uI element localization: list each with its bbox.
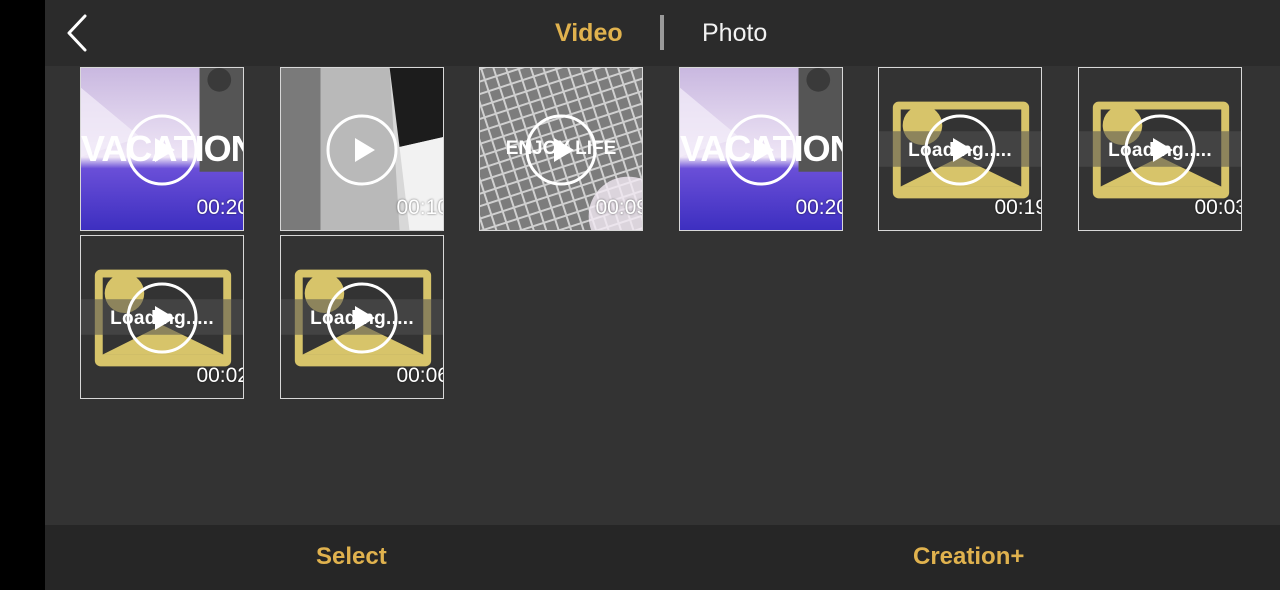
play-icon <box>326 114 398 186</box>
video-thumbnail[interactable]: VACATION 00:20 <box>80 67 244 231</box>
duration-label: 00:20 <box>196 196 244 219</box>
duration-label: 00:02 <box>196 364 244 387</box>
tab-divider <box>660 15 664 50</box>
chevron-left-icon <box>67 14 87 52</box>
play-icon <box>126 114 198 186</box>
play-icon <box>1124 114 1196 186</box>
play-icon <box>725 114 797 186</box>
gallery-screen: Video Photo VACATION 00:20 <box>45 0 1280 590</box>
top-bar: Video Photo <box>45 0 1280 66</box>
play-icon <box>525 114 597 186</box>
select-button[interactable]: Select <box>316 543 387 571</box>
tab-video[interactable]: Video <box>555 18 623 48</box>
duration-label: 00:10 <box>396 196 444 219</box>
bottom-bar: Select Creation+ <box>45 525 1280 590</box>
duration-label: 00:09 <box>595 196 643 219</box>
play-icon <box>126 282 198 354</box>
tab-photo[interactable]: Photo <box>702 18 767 48</box>
back-button[interactable] <box>63 12 95 54</box>
video-thumbnail[interactable]: Loading..... 00:06 <box>280 235 444 399</box>
video-thumbnail[interactable]: Loading..... 00:02 <box>80 235 244 399</box>
video-thumbnail[interactable]: Loading..... 00:19 <box>878 67 1042 231</box>
video-thumbnail[interactable]: ENJOY LIFE 00:09 <box>479 67 643 231</box>
duration-label: 00:20 <box>795 196 843 219</box>
creation-button[interactable]: Creation+ <box>913 543 1024 571</box>
video-thumbnail[interactable]: VACATION 00:20 <box>679 67 843 231</box>
play-icon <box>326 282 398 354</box>
video-thumbnail[interactable]: Loading..... 00:03 <box>1078 67 1242 231</box>
duration-label: 00:06 <box>396 364 444 387</box>
video-thumbnail[interactable]: 00:10 <box>280 67 444 231</box>
play-icon <box>924 114 996 186</box>
duration-label: 00:03 <box>1194 196 1242 219</box>
duration-label: 00:19 <box>994 196 1042 219</box>
